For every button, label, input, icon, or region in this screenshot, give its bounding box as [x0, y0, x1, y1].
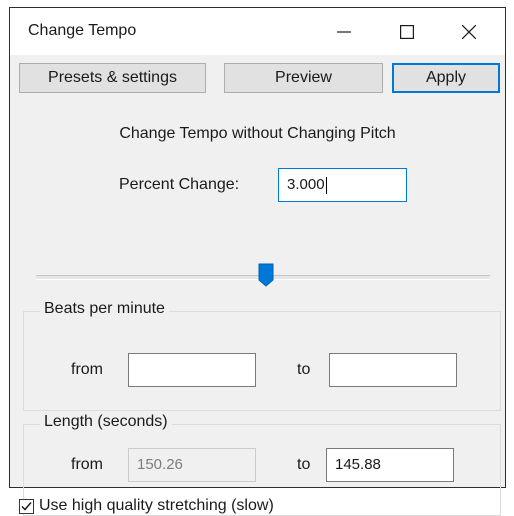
percent-change-label: Percent Change:: [119, 176, 240, 193]
checkmark-icon: [21, 502, 32, 511]
close-icon: [462, 24, 476, 39]
effect-heading: Change Tempo without Changing Pitch: [119, 125, 396, 142]
high-quality-label[interactable]: Use high quality stretching (slow): [39, 497, 274, 515]
apply-button[interactable]: Apply: [392, 63, 500, 93]
minimize-button[interactable]: [317, 8, 371, 55]
close-button[interactable]: [442, 8, 496, 55]
maximize-icon: [400, 24, 414, 39]
percent-change-value: 3.000: [287, 176, 325, 193]
text-caret: [325, 176, 327, 194]
length-to-label: to: [297, 456, 311, 473]
title-bar[interactable]: Change Tempo: [10, 8, 505, 55]
change-tempo-dialog: Change Tempo Presets & settings Preview …: [9, 7, 506, 516]
bpm-to-input[interactable]: [329, 353, 457, 387]
minimize-icon: [337, 30, 351, 33]
preview-button[interactable]: Preview: [224, 63, 383, 93]
length-from-label: from: [71, 456, 103, 473]
length-title: Length (seconds): [40, 413, 172, 431]
bpm-to-label: to: [297, 361, 311, 378]
maximize-button[interactable]: [380, 8, 434, 55]
length-from-input: 150.26: [128, 448, 256, 482]
length-to-input[interactable]: 145.88: [326, 448, 454, 482]
beats-per-minute-title: Beats per minute: [40, 300, 169, 318]
high-quality-checkbox[interactable]: [19, 499, 34, 514]
bpm-from-input[interactable]: [128, 353, 256, 387]
presets-settings-button[interactable]: Presets & settings: [19, 63, 206, 93]
window-title: Change Tempo: [28, 22, 137, 39]
bpm-from-label: from: [71, 361, 103, 378]
tempo-slider-thumb[interactable]: [258, 263, 274, 287]
percent-change-input[interactable]: 3.000: [278, 168, 407, 202]
dialog-body: Presets & settings Preview Apply Change …: [10, 55, 505, 516]
